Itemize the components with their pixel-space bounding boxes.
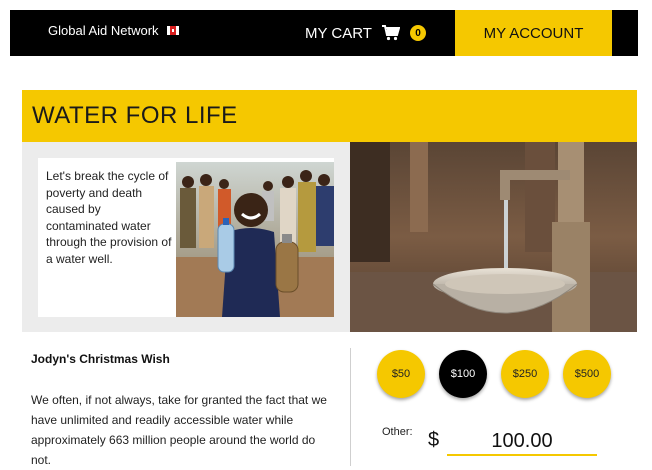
campaign-banner: WATER FOR LIFE bbox=[22, 90, 637, 142]
amount-250-button[interactable]: $250 bbox=[501, 350, 549, 398]
top-navigation-bar: Global Aid Network MY CART 0 MY ACCOUNT bbox=[10, 10, 638, 56]
page-title: WATER FOR LIFE bbox=[32, 102, 238, 129]
story-text: We often, if not always, take for grante… bbox=[31, 393, 327, 467]
amount-500-button[interactable]: $500 bbox=[563, 350, 611, 398]
brand-name[interactable]: Global Aid Network bbox=[48, 23, 159, 38]
currency-symbol: $ bbox=[428, 429, 440, 451]
canada-flag-icon bbox=[166, 26, 179, 35]
shopping-cart-icon bbox=[381, 25, 400, 41]
other-amount-input[interactable] bbox=[447, 428, 597, 456]
amount-50-button[interactable]: $50 bbox=[377, 350, 425, 398]
section-divider bbox=[350, 348, 351, 466]
intro-panel: Let's break the cycle of poverty and dea… bbox=[22, 142, 350, 332]
brand[interactable]: Global Aid Network bbox=[48, 23, 179, 38]
other-amount-label: Other: bbox=[382, 426, 413, 438]
intro-card: Let's break the cycle of poverty and dea… bbox=[38, 158, 334, 317]
story-title: Jodyn's Christmas Wish bbox=[31, 352, 170, 366]
my-account-button[interactable]: MY ACCOUNT bbox=[455, 10, 612, 56]
amount-100-button[interactable]: $100 bbox=[439, 350, 487, 398]
cart-label: MY CART bbox=[305, 24, 372, 42]
intro-text: Let's break the cycle of poverty and dea… bbox=[46, 169, 172, 266]
child-with-water-bottles-photo bbox=[176, 162, 334, 317]
water-well-pump-photo bbox=[350, 142, 637, 332]
cart-count-badge: 0 bbox=[409, 25, 426, 41]
my-cart-button[interactable]: MY CART 0 bbox=[305, 10, 426, 56]
